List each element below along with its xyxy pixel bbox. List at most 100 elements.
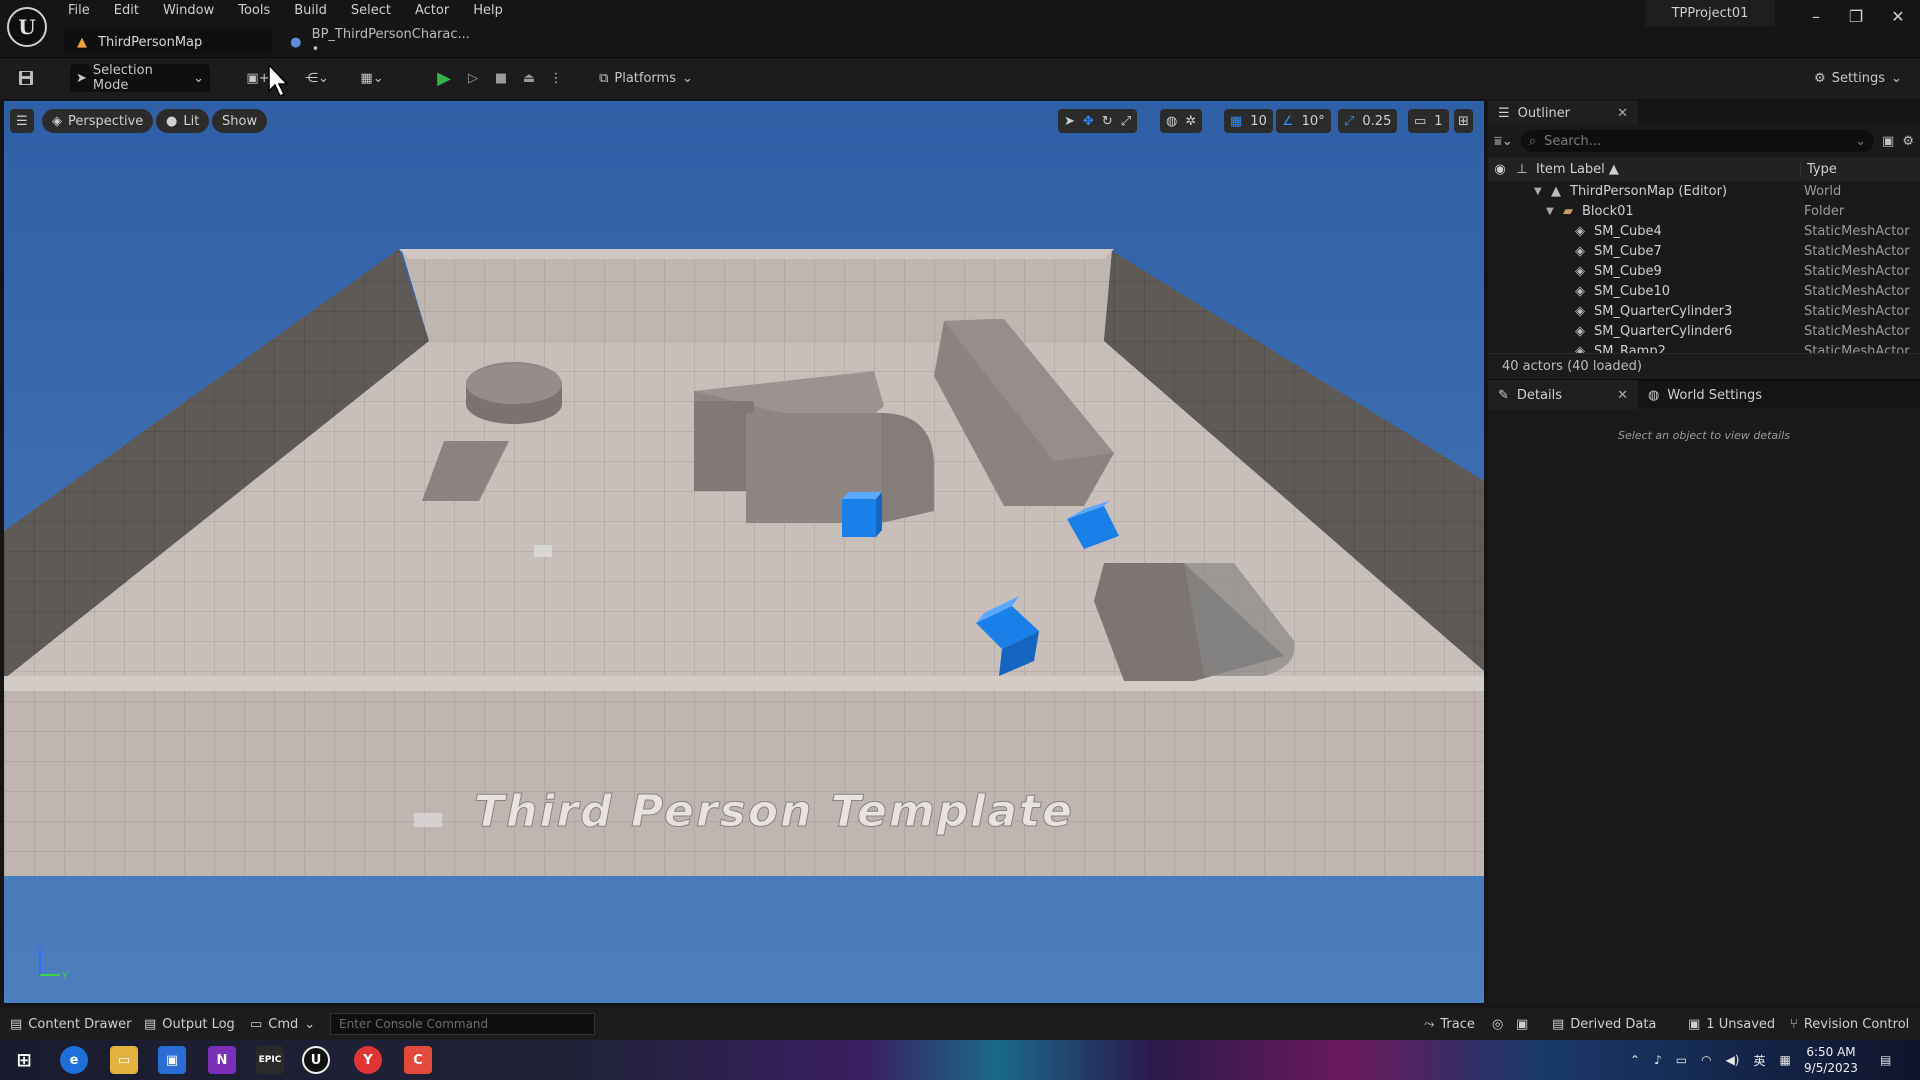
screen-recorder-icon[interactable]: C bbox=[404, 1046, 432, 1074]
cinematics-icon[interactable]: ▦⌄ bbox=[352, 64, 392, 92]
world-icon: ▲ bbox=[1551, 183, 1561, 199]
table-row[interactable]: ◈ SM_Cube4 StaticMeshActor bbox=[1488, 221, 1920, 241]
viewport-menu-icon[interactable]: ☰ bbox=[10, 109, 34, 133]
tab-world-settings[interactable]: ◍ World Settings bbox=[1638, 380, 1772, 410]
notification-icon[interactable]: ▤ bbox=[1880, 1040, 1891, 1080]
trace-button[interactable]: ⤳ Trace bbox=[1424, 1012, 1475, 1036]
scale-tool-icon[interactable]: ⤢ bbox=[1121, 114, 1131, 129]
derived-data-button[interactable]: ▤ Derived Data bbox=[1552, 1012, 1656, 1036]
menu-window[interactable]: Window bbox=[151, 0, 226, 24]
cmd-dropdown[interactable]: ▭ Cmd ⌄ bbox=[250, 1012, 315, 1036]
table-row[interactable]: ◈ SM_Cube7 StaticMeshActor bbox=[1488, 241, 1920, 261]
viewport-layout-icon[interactable]: ⊞ bbox=[1454, 109, 1473, 133]
step-icon[interactable]: ▷ bbox=[460, 64, 486, 92]
chevron-up-icon[interactable]: ⌃ bbox=[1630, 1053, 1640, 1067]
close-icon[interactable]: ✕ bbox=[1880, 3, 1916, 29]
yandex-browser-icon[interactable]: Y bbox=[354, 1046, 382, 1074]
screenshot-icon[interactable]: ▣ bbox=[1516, 1012, 1528, 1036]
content-drawer-button[interactable]: ▤ Content Drawer bbox=[10, 1012, 131, 1036]
rotation-snap-control[interactable]: ∠ 10° bbox=[1276, 109, 1331, 133]
console-command-input[interactable]: Enter Console Command bbox=[330, 1013, 595, 1035]
table-row[interactable]: ◈ SM_Ramp2 StaticMeshActor bbox=[1488, 341, 1920, 354]
perspective-button[interactable]: ◈ Perspective bbox=[42, 109, 154, 133]
output-log-button[interactable]: ▤ Output Log bbox=[144, 1012, 235, 1036]
expand-arrow-icon[interactable]: ▼ bbox=[1534, 186, 1546, 197]
lit-button[interactable]: ● Lit bbox=[156, 109, 210, 133]
ime-indicator[interactable]: 英 bbox=[1753, 1052, 1765, 1069]
windows-start-icon[interactable]: ⊞ bbox=[10, 1046, 38, 1074]
filter-icon[interactable]: ⩸⌄ bbox=[1494, 134, 1513, 149]
epic-games-icon[interactable]: EPIC bbox=[256, 1046, 284, 1074]
surface-snap-icon[interactable]: ✲ bbox=[1185, 114, 1196, 129]
visibility-eye-icon[interactable]: ◉ bbox=[1488, 162, 1512, 177]
item-type: StaticMeshActor bbox=[1804, 323, 1910, 339]
add-folder-icon[interactable]: ▣ bbox=[1882, 134, 1894, 149]
store-icon[interactable]: ▣ bbox=[158, 1046, 186, 1074]
minimize-icon[interactable]: – bbox=[1798, 3, 1834, 29]
microphone-icon[interactable]: ♪ bbox=[1654, 1053, 1662, 1067]
tree-row-folder[interactable]: ▼ ▰ Block01 Folder bbox=[1488, 201, 1920, 221]
system-clock[interactable]: 6:50 AM 9/5/2023 bbox=[1786, 1044, 1876, 1076]
menu-edit[interactable]: Edit bbox=[102, 0, 151, 24]
table-row[interactable]: ◈ SM_Cube9 StaticMeshActor bbox=[1488, 261, 1920, 281]
play-button[interactable]: ▶ bbox=[430, 64, 458, 92]
menu-bar: File Edit Window Tools Build Select Acto… bbox=[56, 0, 515, 24]
close-icon[interactable]: ✕ bbox=[1617, 388, 1628, 403]
unreal-logo-icon[interactable]: U bbox=[7, 7, 47, 47]
file-explorer-icon[interactable]: ▭ bbox=[110, 1046, 138, 1074]
menu-actor[interactable]: Actor bbox=[403, 0, 461, 24]
menu-tools[interactable]: Tools bbox=[226, 0, 282, 24]
move-tool-icon[interactable]: ✥ bbox=[1083, 114, 1094, 129]
scale-snap-icon: ⤢ bbox=[1344, 113, 1355, 129]
stop-icon[interactable]: ■ bbox=[488, 64, 514, 92]
display-icon[interactable]: ▭ bbox=[1676, 1053, 1687, 1067]
tree-row-world[interactable]: ▼ ▲ ThirdPersonMap (Editor) World bbox=[1488, 181, 1920, 201]
table-row[interactable]: ◈ SM_Cube10 StaticMeshActor bbox=[1488, 281, 1920, 301]
world-coords-icon[interactable]: ◍ bbox=[1166, 114, 1177, 129]
platforms-dropdown[interactable]: ⧉ Platforms ⌄ bbox=[596, 64, 696, 92]
tab-thirdpersonmap[interactable]: ▲ ThirdPersonMap bbox=[64, 29, 272, 55]
menu-select[interactable]: Select bbox=[339, 0, 403, 24]
eject-icon[interactable]: ⏏ bbox=[516, 64, 542, 92]
tab-details[interactable]: ✎ Details ✕ bbox=[1488, 380, 1638, 410]
unreal-engine-icon[interactable]: U bbox=[302, 1046, 330, 1074]
blueprint-menu-icon[interactable]: ⋲⌄ bbox=[298, 64, 336, 92]
gear-icon: ⚙ bbox=[1814, 70, 1826, 86]
chevron-down-icon[interactable]: ⌄ bbox=[1855, 134, 1866, 149]
unsaved-button[interactable]: ▣ 1 Unsaved bbox=[1688, 1012, 1775, 1036]
rotate-tool-icon[interactable]: ↻ bbox=[1102, 114, 1113, 129]
scale-snap-control[interactable]: ⤢ 0.25 bbox=[1338, 109, 1398, 133]
right-panel: ☰ Outliner ✕ ⩸⌄ ⌕ Search... ⌄ ▣ ⚙ ◉ ⊥ It… bbox=[1488, 101, 1920, 1003]
tab-bp-thirdpersoncharacter[interactable]: ● BP_ThirdPersonCharac... • bbox=[278, 27, 488, 57]
level-viewport[interactable]: Third Person Template ☰ ◈ Perspective ● … bbox=[4, 101, 1484, 1003]
column-type[interactable]: Type bbox=[1800, 161, 1837, 177]
onenote-icon[interactable]: N bbox=[208, 1046, 236, 1074]
select-tool-icon[interactable]: ➤ bbox=[1064, 114, 1075, 129]
menu-help[interactable]: Help bbox=[461, 0, 515, 24]
grid-snap-control[interactable]: ▦ 10 bbox=[1224, 109, 1273, 133]
selection-mode-dropdown[interactable]: ➤ Selection Mode ⌄ bbox=[70, 63, 210, 93]
camera-speed-control[interactable]: ▭ 1 bbox=[1408, 109, 1449, 133]
tab-outliner[interactable]: ☰ Outliner ✕ bbox=[1488, 101, 1638, 125]
column-item-label[interactable]: Item Label ▲ bbox=[1532, 162, 1772, 177]
revision-control-button[interactable]: ⑂ Revision Control bbox=[1790, 1012, 1909, 1036]
menu-build[interactable]: Build bbox=[282, 0, 339, 24]
settings-dropdown[interactable]: ⚙ Settings ⌄ bbox=[1812, 64, 1904, 92]
table-row[interactable]: ◈ SM_QuarterCylinder3 StaticMeshActor bbox=[1488, 301, 1920, 321]
close-icon[interactable]: ✕ bbox=[1617, 106, 1628, 121]
restore-icon[interactable]: ❐ bbox=[1838, 3, 1874, 29]
outliner-search-input[interactable]: ⌕ Search... ⌄ bbox=[1520, 130, 1875, 152]
gear-icon[interactable]: ⚙ bbox=[1902, 134, 1914, 149]
blueprint-icon: ● bbox=[290, 34, 302, 50]
edge-browser-icon[interactable]: e bbox=[60, 1046, 88, 1074]
volume-icon[interactable]: ◀) bbox=[1726, 1053, 1740, 1067]
menu-file[interactable]: File bbox=[56, 0, 102, 24]
pin-icon[interactable]: ⊥ bbox=[1512, 162, 1532, 177]
table-row[interactable]: ◈ SM_QuarterCylinder6 StaticMeshActor bbox=[1488, 321, 1920, 341]
expand-arrow-icon[interactable]: ▼ bbox=[1546, 206, 1558, 217]
save-icon[interactable] bbox=[12, 64, 40, 92]
more-options-icon[interactable]: ⋮ bbox=[546, 64, 566, 92]
record-icon[interactable]: ◎ bbox=[1492, 1012, 1503, 1036]
wifi-icon[interactable]: ◠ bbox=[1701, 1053, 1711, 1067]
show-button[interactable]: Show bbox=[212, 109, 268, 133]
